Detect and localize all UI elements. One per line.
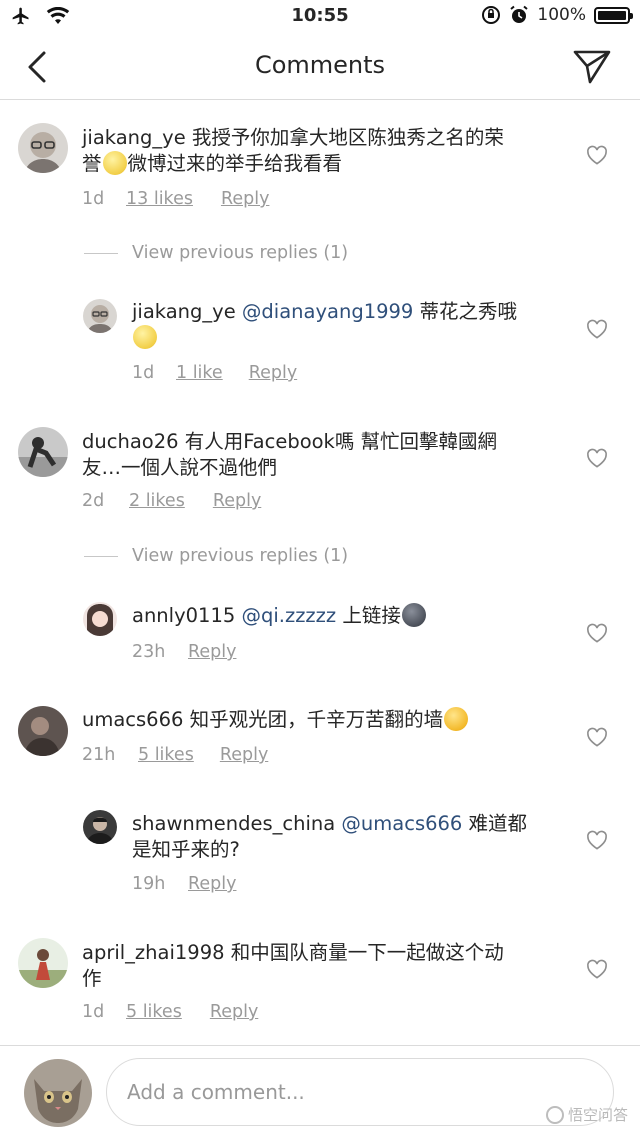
comment-meta: 2d 2 likes Reply [82,491,261,511]
avatar[interactable] [18,938,68,988]
watermark: 悟空问答 [545,1104,628,1125]
comment-time: 23h [132,642,166,662]
comment-username[interactable]: april_zhai1998 [82,941,225,964]
comment-body: 难道都 [462,812,528,835]
battery-percent: 100% [537,5,586,25]
comment-meta: 1d 5 likes Reply [82,1002,258,1022]
heart-icon[interactable] [586,959,608,979]
comment-body: 作 [82,967,102,990]
likes-count[interactable]: 2 likes [129,491,185,511]
comment-time: 21h [82,745,116,765]
comment-time: 19h [132,874,166,894]
comment-body: 是知乎来的? [132,838,240,861]
comment-meta: 1d 1 like Reply [132,363,297,383]
status-bar: 10:55 100% [0,0,640,34]
comment-input-bar: Add a comment... 悟空问答 [0,1045,640,1138]
tears-of-joy-emoji-icon [444,707,469,731]
likes-count[interactable]: 5 likes [138,745,194,765]
comment-time: 2d [82,491,105,511]
view-previous-label: View previous replies (1) [132,546,349,566]
mention-link[interactable]: @umacs666 [341,812,462,835]
comment-text: umacs666 知乎观光团，千辛万苦翻的墙 [82,707,572,733]
avatar[interactable] [83,810,117,844]
avatar[interactable] [18,706,68,756]
comment-time: 1d [82,189,105,209]
comment-body: 上链接 [336,604,401,627]
comment-body: 和中国队商量一下一起做这个动 [230,941,504,964]
comment-username[interactable]: umacs666 [82,708,183,731]
comment-time: 1d [82,1002,105,1022]
watermark-text: 悟空问答 [567,1106,628,1124]
comment-body: 友…一個人說不過他們 [82,456,278,479]
likes-count[interactable]: 5 likes [126,1002,182,1022]
comment-text: april_zhai1998 和中国队商量一下一起做这个动 作 [82,940,572,992]
view-previous-replies[interactable]: View previous replies (1) [84,243,348,263]
reply-button[interactable]: Reply [188,642,236,662]
comment-body: 微博过来的举手给我看看 [127,152,343,175]
reply-button[interactable]: Reply [220,745,268,765]
page-title: Comments [254,51,386,79]
avatar[interactable] [18,123,68,173]
heart-icon[interactable] [586,623,608,643]
reply-button[interactable]: Reply [213,491,261,511]
comment-text: jiakang_ye 我授予你加拿大地区陈独秀之名的荣 誉 微博过来的举手给我看看 [82,125,572,177]
view-previous-label: View previous replies (1) [132,243,349,263]
comment-text: shawnmendes_china @umacs666 难道都 是知乎来的? [132,811,572,863]
paper-plane-icon[interactable] [572,48,612,86]
battery-icon [594,6,633,24]
comment-body: 有人用Facebook嗎 幫忙回擊韓國網 [184,430,498,453]
orientation-lock-icon [482,6,501,24]
view-previous-replies[interactable]: View previous replies (1) [84,546,348,566]
heart-icon[interactable] [586,727,608,747]
comments-list: jiakang_ye 我授予你加拿大地区陈独秀之名的荣 誉 微博过来的举手给我看看… [0,101,640,1045]
likes-count[interactable]: 1 like [176,363,223,383]
comment-meta: 23h Reply [132,642,236,662]
comment-body: 我授予你加拿大地区陈独秀之名的荣 [191,126,504,149]
comment-meta: 21h 5 likes Reply [82,745,268,765]
smile-emoji-icon [102,151,127,175]
nav-bar: Comments [0,34,640,100]
avatar[interactable] [83,602,117,636]
divider-line [84,252,118,254]
mention-link[interactable]: @qi.zzzzz [241,604,336,627]
status-right: 100% [481,5,633,25]
comment-body: 蒂花之秀哦 [413,300,518,323]
reply-button[interactable]: Reply [210,1002,258,1022]
comment-input[interactable]: Add a comment... [106,1058,614,1126]
comment-body: 知乎观光团，千辛万苦翻的墙 [189,708,444,731]
divider-line [84,555,118,557]
current-user-avatar [24,1059,92,1127]
new-moon-emoji-icon [401,603,426,627]
comment-username[interactable]: jiakang_ye [82,126,186,149]
comment-username[interactable]: shawnmendes_china [132,812,335,835]
reply-button[interactable]: Reply [188,874,236,894]
comment-time: 1d [132,363,155,383]
likes-count[interactable]: 13 likes [126,189,193,209]
reply-button[interactable]: Reply [249,363,297,383]
heart-icon[interactable] [586,145,608,165]
comment-username[interactable]: annly0115 [132,604,235,627]
comment-text: annly0115 @qi.zzzzz 上链接 [132,603,572,629]
comment-body: 誉 [82,152,102,175]
comment-username[interactable]: duchao26 [82,430,179,453]
smile-emoji-icon [133,325,157,349]
heart-icon[interactable] [586,448,608,468]
comment-meta: 19h Reply [132,874,236,894]
comment-text: duchao26 有人用Facebook嗎 幫忙回擊韓國網 友…一個人說不過他們 [82,429,572,481]
heart-icon[interactable] [586,830,608,850]
reply-button[interactable]: Reply [221,189,269,209]
alarm-icon [510,5,529,23]
heart-icon[interactable] [586,319,608,339]
avatar[interactable] [83,299,117,333]
comment-text: jiakang_ye @dianayang1999 蒂花之秀哦 [132,299,572,351]
watermark-logo-icon [545,1105,564,1124]
avatar[interactable] [18,427,68,477]
mention-link[interactable]: @dianayang1999 [242,300,413,323]
comment-meta: 1d 13 likes Reply [82,189,269,209]
comment-username[interactable]: jiakang_ye [132,300,236,323]
